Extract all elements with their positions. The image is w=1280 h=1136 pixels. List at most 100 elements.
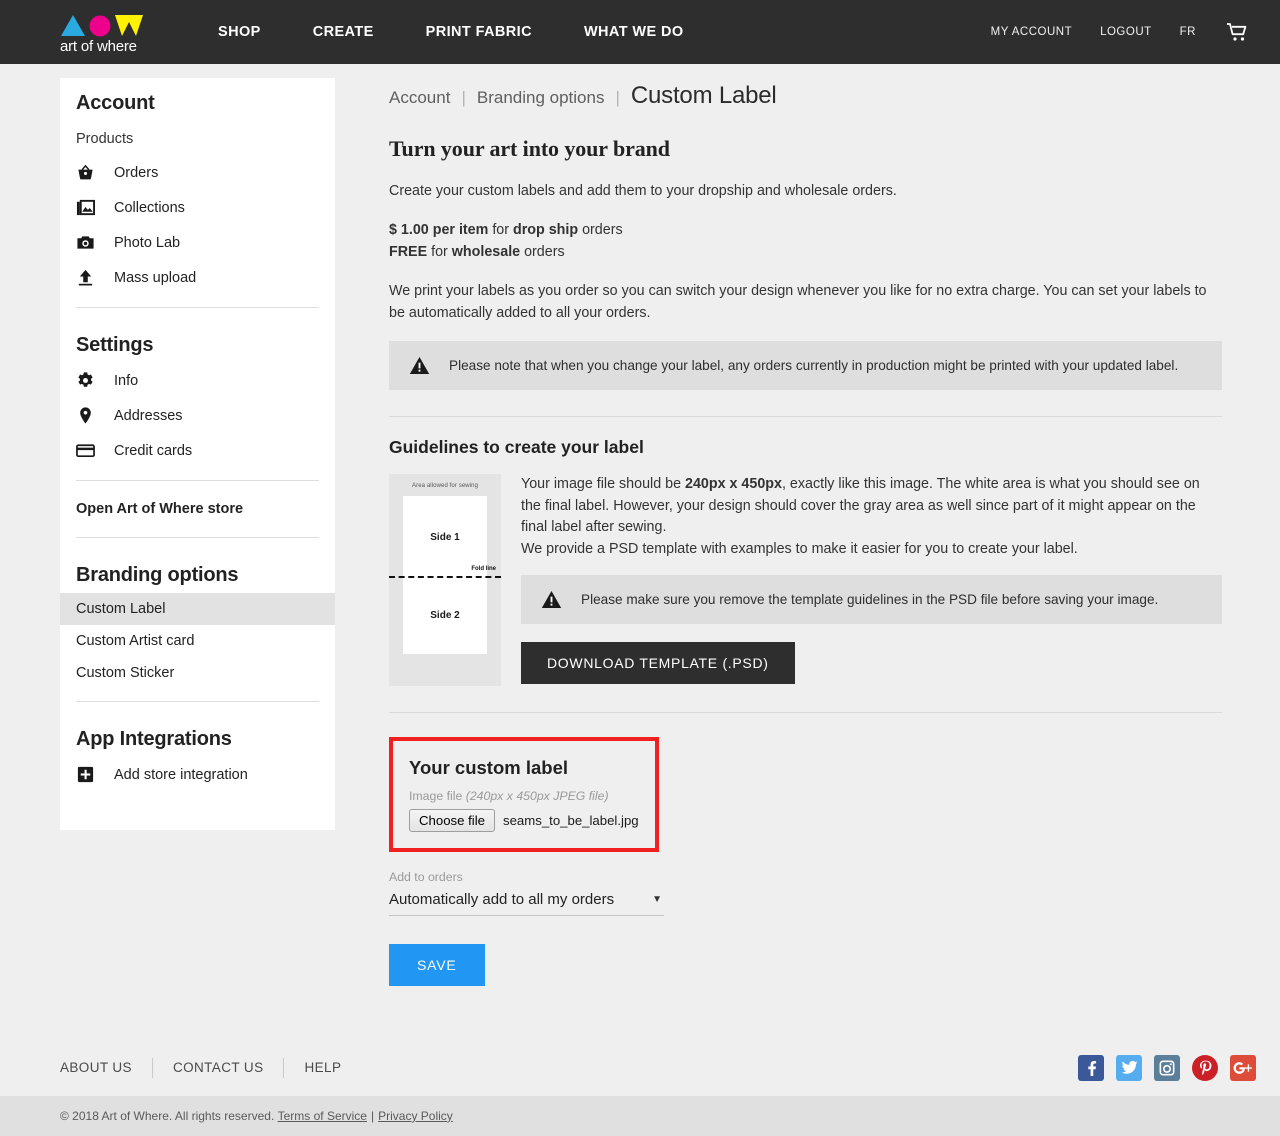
breadcrumb: Account | Branding options | Custom Labe… xyxy=(389,78,1222,110)
upload-icon xyxy=(76,268,106,287)
footer-link-contact-us[interactable]: CONTACT US xyxy=(173,1060,284,1075)
account-sidebar: Account Products Orders Collections Phot… xyxy=(60,78,335,830)
pricing-lines: $ 1.00 per item for drop ship orders FRE… xyxy=(389,219,1219,264)
copyright-separator: | xyxy=(370,1108,375,1123)
nav-item-create[interactable]: CREATE xyxy=(287,24,400,40)
instagram-icon[interactable] xyxy=(1154,1054,1180,1081)
sidebar-divider xyxy=(76,307,319,308)
save-button[interactable]: SAVE xyxy=(389,943,485,986)
chevron-down-icon: ▼ xyxy=(652,893,662,905)
custom-label-highlight-box: Your custom label Image file (240px x 45… xyxy=(389,736,659,852)
guidelines-paragraph: Your image file should be 240px x 450px,… xyxy=(521,474,1222,561)
sidebar-item-label: Orders xyxy=(114,164,159,181)
add-to-orders-label: Add to orders xyxy=(389,869,463,884)
terms-of-service-link[interactable]: Terms of Service xyxy=(278,1109,367,1123)
sidebar-item-collections[interactable]: Collections xyxy=(60,190,335,225)
guidelines-psd-line: We provide a PSD template with examples … xyxy=(521,541,1078,558)
sidebar-item-custom-sticker[interactable]: Custom Sticker xyxy=(60,657,335,689)
logo-triangle-icon xyxy=(61,15,85,36)
price-wholesale-amount: FREE xyxy=(389,244,428,261)
sidebar-divider xyxy=(76,537,319,538)
sidebar-item-custom-artist-card[interactable]: Custom Artist card xyxy=(60,625,335,657)
download-template-button[interactable]: DOWNLOAD TEMPLATE (.PSD) xyxy=(521,641,795,684)
breadcrumb-item-account[interactable]: Account xyxy=(389,88,450,108)
sidebar-item-orders[interactable]: Orders xyxy=(60,155,335,190)
sidebar-item-mass-upload[interactable]: Mass upload xyxy=(60,260,335,295)
choose-file-button[interactable]: Choose file xyxy=(409,808,495,832)
site-header: art of where SHOP CREATE PRINT FABRIC WH… xyxy=(0,0,1280,64)
price-dropship-tail: orders xyxy=(578,221,623,238)
footer-link-help[interactable]: HELP xyxy=(304,1060,361,1075)
sidebar-item-open-store[interactable]: Open Art of Where store xyxy=(60,493,335,525)
sidebar-item-photo-lab[interactable]: Photo Lab xyxy=(60,225,335,260)
nav-item-shop[interactable]: SHOP xyxy=(192,24,287,40)
camera-icon xyxy=(76,233,106,252)
sidebar-item-label: Collections xyxy=(114,199,185,216)
site-logo[interactable]: art of where xyxy=(60,9,144,55)
pinterest-icon[interactable] xyxy=(1192,1054,1218,1081)
guidelines-text: Your image file should be 240px x 450px,… xyxy=(521,474,1222,684)
nav-item-what-we-do[interactable]: WHAT WE DO xyxy=(558,24,710,40)
facebook-icon[interactable] xyxy=(1078,1054,1104,1081)
intro-paragraph-2: We print your labels as you order so you… xyxy=(389,282,1207,322)
account-navigation: MY ACCOUNT LOGOUT FR xyxy=(977,0,1256,64)
notice-text: Please note that when you change your la… xyxy=(449,357,1179,373)
file-upload-row: Choose file seams_to_be_label.jpg xyxy=(409,808,639,832)
price-wholesale-tail: orders xyxy=(520,244,565,261)
logo-w-icon xyxy=(115,15,143,36)
basket-icon xyxy=(76,163,106,182)
nav-item-my-account[interactable]: MY ACCOUNT xyxy=(977,26,1086,38)
sidebar-item-add-store-integration[interactable]: Add store integration xyxy=(60,757,335,792)
credit-card-icon xyxy=(76,441,106,460)
image-file-label-hint: (240px x 450px JPEG file) xyxy=(465,788,609,803)
sidebar-divider xyxy=(76,480,319,481)
logo-marks xyxy=(60,11,144,37)
image-file-label: Image file (240px x 450px JPEG file) xyxy=(409,789,639,803)
page-title: Custom Label xyxy=(630,82,777,109)
copyright-bar: © 2018 Art of Where. All rights reserved… xyxy=(0,1095,1280,1136)
footer-divider xyxy=(151,1057,153,1078)
sidebar-item-label: Add store integration xyxy=(114,766,248,783)
nav-item-print-fabric[interactable]: PRINT FABRIC xyxy=(400,24,558,40)
sidebar-item-custom-label[interactable]: Custom Label xyxy=(60,593,335,625)
page-body: Account Products Orders Collections Phot… xyxy=(0,64,1280,986)
label-template-preview: Area allowed for sewing Side 1 Fold line… xyxy=(389,473,501,686)
sidebar-item-label: Addresses xyxy=(114,407,183,424)
guidelines-row: Area allowed for sewing Side 1 Fold line… xyxy=(389,473,1222,686)
label-change-notice: Please note that when you change your la… xyxy=(389,340,1222,390)
warning-triangle-icon xyxy=(409,356,443,375)
privacy-policy-link[interactable]: Privacy Policy xyxy=(378,1109,453,1123)
sidebar-section-app-integrations: App Integrations xyxy=(76,728,232,750)
sidebar-item-label: Custom Sticker xyxy=(76,665,175,681)
sidebar-item-label: Photo Lab xyxy=(114,234,181,251)
sidebar-section-products: Products xyxy=(76,131,134,147)
sidebar-item-label: Custom Artist card xyxy=(76,633,195,649)
map-pin-icon xyxy=(76,406,106,425)
twitter-icon[interactable] xyxy=(1116,1054,1142,1081)
preview-side-2-label: Side 2 xyxy=(430,609,460,621)
sidebar-title: Account xyxy=(76,92,155,114)
social-links xyxy=(1078,1054,1256,1081)
selected-file-name: seams_to_be_label.jpg xyxy=(502,812,639,828)
site-footer: ABOUT US CONTACT US HELP xyxy=(0,1040,1280,1096)
preview-fold-line-label: Fold line xyxy=(471,565,496,572)
breadcrumb-item-branding-options[interactable]: Branding options xyxy=(477,88,605,108)
nav-item-logout[interactable]: LOGOUT xyxy=(1086,26,1166,38)
intro-heading: Turn your art into your brand xyxy=(389,136,670,161)
intro-paragraph: Create your custom labels and add them t… xyxy=(389,183,897,199)
section-divider xyxy=(389,711,1222,713)
sidebar-item-addresses[interactable]: Addresses xyxy=(60,398,335,433)
sidebar-item-info[interactable]: Info xyxy=(60,363,335,398)
add-to-orders-select[interactable]: Automatically add to all my orders ▼ xyxy=(389,889,664,916)
footer-link-about-us[interactable]: ABOUT US xyxy=(60,1060,152,1075)
googleplus-icon[interactable] xyxy=(1230,1054,1256,1081)
preview-white-area xyxy=(403,495,487,654)
shopping-cart-icon[interactable] xyxy=(1210,22,1256,42)
nav-item-language-fr[interactable]: FR xyxy=(1166,26,1210,38)
main-navigation: SHOP CREATE PRINT FABRIC WHAT WE DO xyxy=(192,24,710,40)
price-wholesale-mid: for xyxy=(427,244,452,261)
warning-triangle-icon xyxy=(541,590,575,609)
sidebar-divider xyxy=(76,701,319,702)
sidebar-item-credit-cards[interactable]: Credit cards xyxy=(60,433,335,468)
footer-links: ABOUT US CONTACT US HELP xyxy=(60,1057,361,1078)
